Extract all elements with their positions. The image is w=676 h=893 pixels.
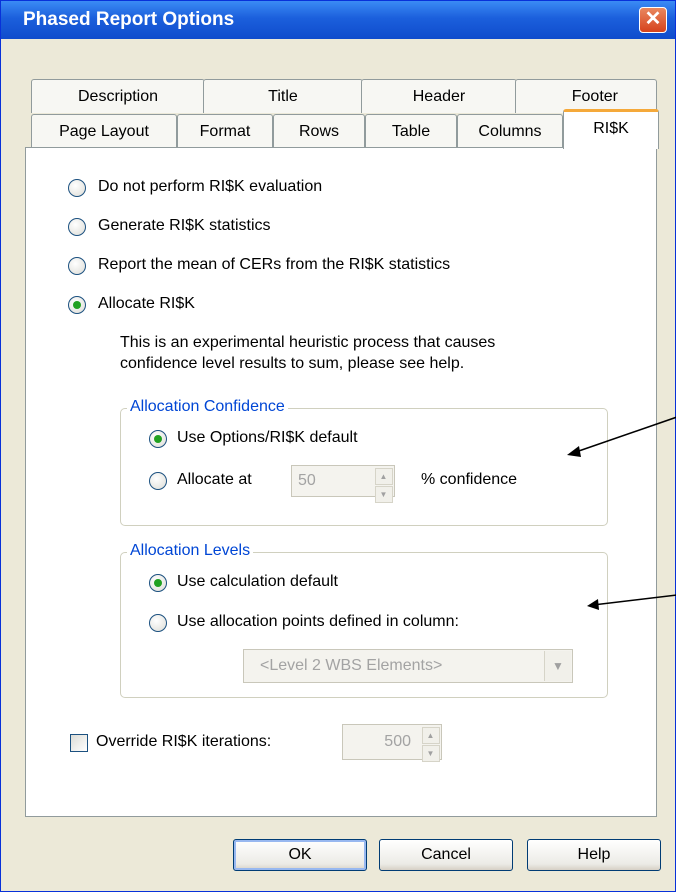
override-iterations-checkbox[interactable] [70, 734, 88, 752]
tab-page-layout[interactable]: Page Layout [31, 114, 177, 148]
wbs-column-value: <Level 2 WBS Elements> [260, 657, 443, 674]
tab-label: Page Layout [59, 123, 149, 140]
cancel-button[interactable]: Cancel [379, 839, 513, 871]
use-allocation-points-label: Use allocation points defined in column: [177, 613, 459, 630]
override-iterations-label: Override RI$K iterations: [96, 733, 272, 750]
radio-selected-dot [154, 435, 162, 443]
use-calculation-default-label: Use calculation default [177, 573, 338, 590]
tab-header[interactable]: Header [361, 79, 517, 113]
radio-label: Generate RI$K statistics [98, 217, 271, 234]
radio-selected-dot [154, 579, 162, 587]
tab-rows[interactable]: Rows [273, 114, 365, 148]
help-label: Help [577, 846, 611, 863]
tab-description[interactable]: Description [31, 79, 205, 113]
description-line-1: This is an experimental heuristic proces… [120, 334, 496, 351]
risk-tab-panel: Do not perform RI$K evaluation Generate … [25, 147, 657, 817]
allocation-confidence-group: Allocation Confidence Use Options/RI$K d… [120, 398, 608, 526]
iterations-value: 500 [384, 733, 411, 750]
spin-up-icon[interactable]: ▲ [374, 467, 393, 485]
tab-title[interactable]: Title [203, 79, 363, 113]
tab-footer[interactable]: Footer [515, 79, 657, 113]
allocation-levels-group: Allocation Levels Use calculation defaul… [120, 542, 608, 698]
window-title: Phased Report Options [23, 9, 235, 30]
tab-label: Description [77, 88, 159, 105]
tab-format[interactable]: Format [177, 114, 273, 148]
cancel-label: Cancel [421, 846, 471, 863]
allocation-confidence-legend: Allocation Confidence [127, 398, 288, 416]
tab-table[interactable]: Table [365, 114, 457, 148]
spin-down-icon[interactable]: ▼ [421, 744, 440, 762]
tab-label: Title [268, 88, 298, 105]
radio-use-calculation-default[interactable] [149, 574, 167, 592]
radio-allocate-at[interactable] [149, 472, 167, 490]
radio-label: Do not perform RI$K evaluation [98, 178, 323, 195]
wbs-column-select[interactable]: <Level 2 WBS Elements> ▼ [243, 649, 573, 683]
spinner-buttons[interactable]: ▲ ▼ [374, 467, 393, 503]
radio-use-default[interactable] [149, 430, 167, 448]
radio-button[interactable] [68, 296, 86, 314]
radio-label: Allocate RI$K [98, 295, 195, 312]
help-button[interactable]: Help [527, 839, 661, 871]
radio-button[interactable] [68, 218, 86, 236]
radio-button[interactable] [68, 257, 86, 275]
description-line-2: confidence level results to sum, please … [120, 355, 465, 372]
iterations-spinner[interactable]: 500 ▲ ▼ [342, 724, 442, 762]
radio-label: Report the mean of CERs from the RI$K st… [98, 256, 451, 273]
tab-label: Format [199, 123, 251, 140]
spinner-buttons[interactable]: ▲ ▼ [421, 726, 440, 762]
tab-risk[interactable]: RI$K [563, 109, 659, 149]
close-button[interactable]: ✕ [639, 7, 667, 33]
spin-down-icon[interactable]: ▼ [374, 485, 393, 503]
spin-up-icon[interactable]: ▲ [421, 726, 440, 744]
dialog-window: Phased Report Options ✕ Description Titl… [0, 0, 676, 892]
allocate-at-label: Allocate at [177, 471, 252, 488]
confidence-spinner[interactable]: 50 ▲ ▼ [291, 465, 395, 503]
use-default-label: Use Options/RI$K default [177, 429, 358, 446]
confidence-suffix: % confidence [421, 471, 518, 488]
chevron-down-icon[interactable]: ▼ [544, 651, 571, 681]
confidence-value: 50 [298, 472, 316, 489]
radio-selected-dot [73, 301, 81, 309]
tab-label: Rows [298, 123, 339, 140]
tab-label: Columns [478, 123, 542, 140]
title-bar[interactable]: Phased Report Options ✕ [1, 1, 675, 39]
radio-button[interactable] [68, 179, 86, 197]
radio-use-allocation-points[interactable] [149, 614, 167, 632]
ok-button[interactable]: OK [233, 839, 367, 871]
tab-label: Header [412, 88, 466, 105]
tab-label: Footer [571, 88, 618, 105]
tab-label: RI$K [593, 120, 629, 137]
tab-columns[interactable]: Columns [457, 114, 563, 148]
allocation-levels-legend: Allocation Levels [127, 542, 254, 560]
tab-label: Table [391, 123, 431, 140]
close-icon: ✕ [644, 8, 662, 30]
ok-label: OK [288, 846, 312, 863]
